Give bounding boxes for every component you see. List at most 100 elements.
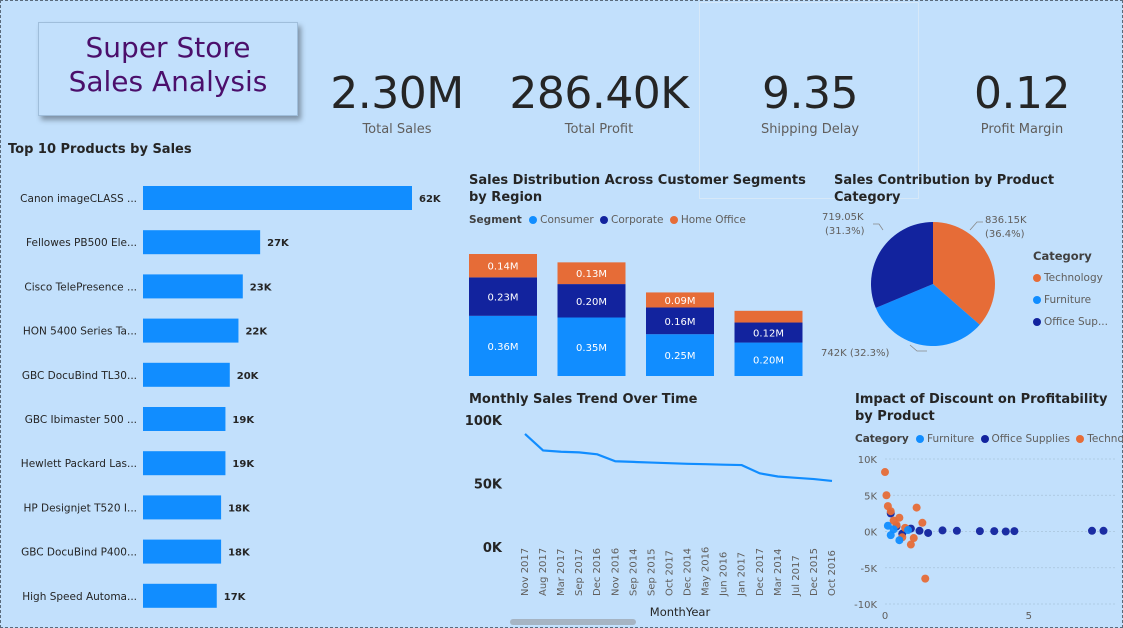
scatter-point-technology[interactable]: [909, 534, 918, 543]
kpi-total-sales-value: 2.30M: [330, 68, 464, 119]
scatter-legend-furniture[interactable]: Furniture: [916, 433, 974, 445]
technology-dot-icon: [1076, 435, 1085, 443]
product-bar[interactable]: [143, 274, 243, 299]
segment-value-label: 0.20M: [576, 297, 607, 308]
scatter-point-office-supplies[interactable]: [938, 526, 947, 535]
monthly-trend-chart[interactable]: 100K 50K 0K Nov 2017 Aug 2017 Mar 2017 Sep 201…: [460, 408, 845, 623]
product-value-label: 18K: [228, 503, 251, 514]
sales-trend-line[interactable]: [524, 433, 833, 483]
pie-label-technology: 836.15K: [985, 215, 1027, 226]
legend-label-home-office: Home Office: [680, 214, 746, 226]
product-value-label: 27K: [267, 238, 290, 249]
x-tick-label: 0: [882, 611, 888, 622]
product-label: Cisco TelePresence ...: [24, 281, 137, 293]
scatter-point-furniture[interactable]: [895, 536, 904, 545]
scatter-point-technology[interactable]: [912, 503, 921, 512]
product-label: GBC DocuBind P400...: [21, 547, 137, 559]
segment-legend-title: Segment: [469, 214, 522, 226]
scatter-label-office-supplies: Office Supplies: [991, 433, 1070, 445]
legend-item-consumer[interactable]: Consumer: [529, 214, 594, 226]
scatter-legend-office-supplies[interactable]: Office Supplies: [980, 433, 1070, 445]
product-label: HP Designjet T520 I...: [23, 502, 137, 514]
product-bar[interactable]: [143, 186, 412, 210]
scatter-point-technology[interactable]: [882, 491, 891, 500]
pie-leader-line: [873, 223, 884, 231]
legend-label-corporate: Corporate: [611, 214, 664, 226]
report-title-line2: Sales Analysis: [68, 65, 268, 98]
scatter-point-office-supplies[interactable]: [1001, 527, 1010, 536]
scatter-point-technology[interactable]: [895, 513, 904, 522]
x-tick-label: May 2016: [701, 547, 712, 596]
product-bar[interactable]: [143, 583, 217, 608]
product-bar[interactable]: [143, 407, 226, 431]
scatter-point-technology[interactable]: [881, 468, 889, 477]
y-tick-label: 0K: [483, 541, 503, 556]
x-tick-label: Jul 2017: [791, 555, 802, 597]
product-value-label: 18K: [228, 548, 251, 559]
x-tick-label: Aug 2017: [538, 548, 549, 596]
x-tick-label: Jan 2017: [737, 552, 748, 597]
legend-item-home-office[interactable]: Home Office: [669, 214, 746, 226]
kpi-profit-margin-value: 0.12: [974, 68, 1070, 119]
legend-item-corporate[interactable]: Corporate: [600, 214, 664, 226]
legend-item-office-supplies[interactable]: Office Sup...: [1033, 311, 1108, 333]
scatter-point-office-supplies[interactable]: [1099, 526, 1108, 535]
scatter-point-technology[interactable]: [921, 574, 930, 583]
scatter-point-office-supplies[interactable]: [915, 526, 924, 535]
segment-value-label: 0.12M: [753, 329, 784, 340]
scatter-point-office-supplies[interactable]: [1010, 527, 1019, 536]
kpi-total-sales[interactable]: 2.30M Total Sales: [297, 66, 497, 137]
discount-scatter-chart[interactable]: 10K 5K 0K -5K -10K 0 5: [845, 450, 1120, 625]
scatter-label-furniture: Furniture: [927, 433, 975, 445]
scatter-point-office-supplies[interactable]: [975, 527, 984, 536]
report-title: Super Store Sales Analysis: [38, 22, 298, 116]
kpi-total-profit-value: 286.40K: [509, 68, 689, 119]
x-tick-label: Mar 2017: [556, 549, 567, 597]
scatter-point-office-supplies[interactable]: [1088, 526, 1096, 535]
scatter-point-furniture[interactable]: [904, 526, 912, 535]
legend-label-technology: Technology: [1044, 272, 1103, 284]
y-tick-label: -5K: [860, 564, 877, 575]
legend-label-furniture: Furniture: [1044, 294, 1092, 306]
segments-stacked-chart[interactable]: 0.36M 0.23M 0.14M 0.35M 0.20M 0.13M 0.25M 0.16M…: [460, 236, 820, 386]
kpi-total-profit[interactable]: 286.40K Total Profit: [499, 66, 699, 137]
product-bar[interactable]: [143, 318, 239, 343]
scatter-point-furniture[interactable]: [889, 525, 898, 534]
scatter-legend-technology[interactable]: Technology: [1076, 433, 1123, 445]
segment-value-label: 0.13M: [576, 269, 607, 280]
product-bar[interactable]: [143, 539, 222, 564]
pie-label-furniture: 742K (32.3%): [821, 348, 889, 359]
segment-value-label: 0.14M: [488, 262, 519, 273]
segment-bar-home-office[interactable]: [734, 310, 803, 323]
segment-value-label: 0.20M: [753, 355, 784, 366]
kpi-shipping-delay[interactable]: 9.35 Shipping Delay: [710, 66, 910, 137]
product-label: Hewlett Packard Las...: [21, 458, 137, 470]
product-label: HON 5400 Series Ta...: [23, 326, 137, 338]
monthly-trend-title: Monthly Sales Trend Over Time: [469, 392, 698, 407]
product-bar[interactable]: [143, 362, 230, 387]
legend-item-furniture[interactable]: Furniture: [1033, 289, 1108, 311]
pie-leader-line: [909, 344, 927, 352]
legend-label-consumer: Consumer: [540, 214, 594, 226]
scatter-legend-title: Category: [855, 433, 909, 445]
scatter-point-office-supplies[interactable]: [924, 528, 933, 537]
product-value-label: 19K: [232, 415, 255, 426]
scatter-point-technology[interactable]: [886, 507, 895, 516]
kpi-profit-margin[interactable]: 0.12 Profit Margin: [922, 66, 1122, 137]
scatter-point-office-supplies[interactable]: [952, 526, 961, 535]
top-products-chart[interactable]: Canon imageCLASS ... 62K Fellowes PB500 El…: [0, 170, 450, 620]
home-office-dot-icon: [669, 216, 678, 224]
legend-item-technology[interactable]: Technology: [1033, 267, 1108, 289]
horizontal-scrollbar[interactable]: [510, 619, 636, 625]
y-tick-label: 0K: [864, 528, 877, 539]
product-value-label: 23K: [250, 282, 273, 293]
product-bar[interactable]: [143, 230, 261, 255]
product-bar[interactable]: [143, 451, 226, 476]
scatter-point-office-supplies[interactable]: [990, 527, 999, 536]
corporate-dot-icon: [600, 216, 608, 224]
x-tick-label: Dec 2016: [592, 548, 603, 596]
y-tick-label: -10K: [854, 600, 877, 611]
scatter-point-technology[interactable]: [918, 518, 927, 527]
product-bar[interactable]: [143, 495, 222, 520]
furniture-dot-icon: [916, 435, 925, 443]
